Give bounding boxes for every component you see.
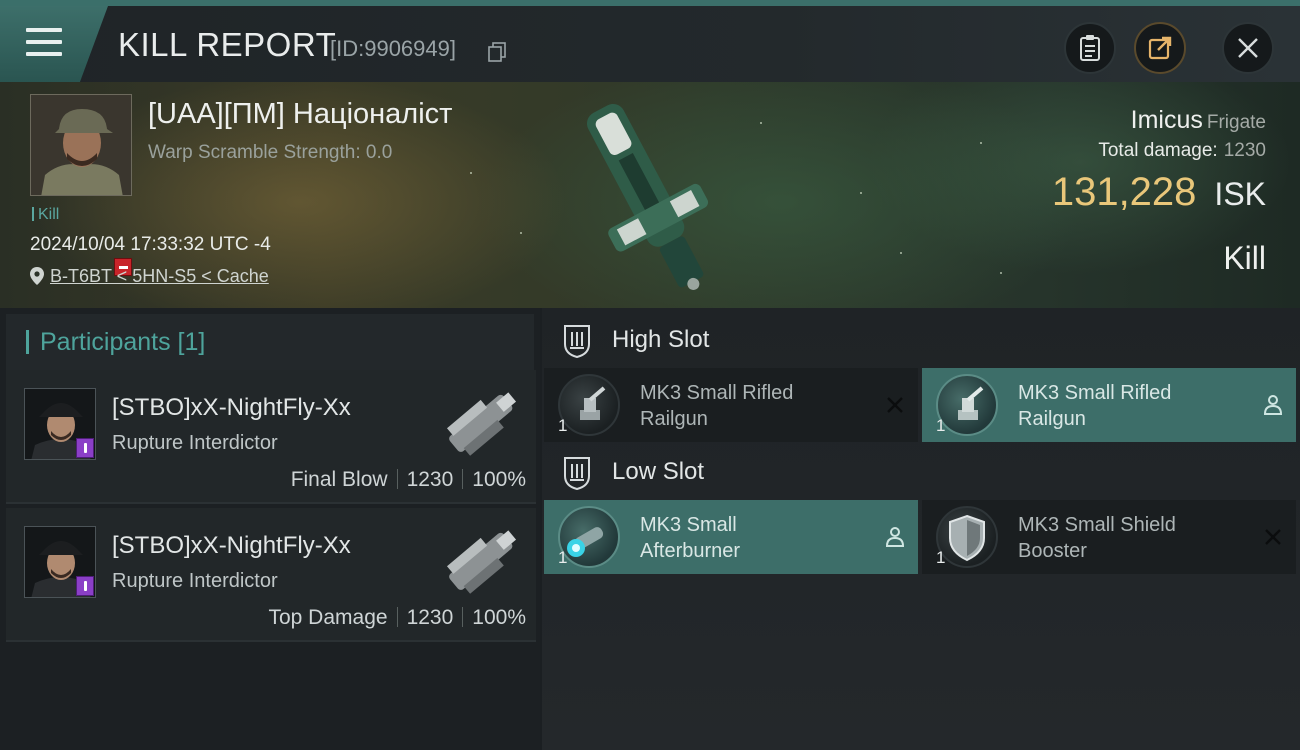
close-icon (1238, 38, 1258, 58)
module-item[interactable]: 1 MK3 Small Rifled Railgun (544, 368, 918, 442)
module-item[interactable]: 1 MK3 Small Rifled Railgun (922, 368, 1296, 442)
module-name: MK3 Small Rifled Railgun (640, 382, 794, 430)
low-slot-header: Low Slot (542, 442, 1300, 502)
victim-avatar[interactable] (30, 94, 132, 196)
menu-button[interactable] (0, 6, 108, 82)
module-name: MK3 Small Rifled Railgun (1018, 382, 1172, 430)
destroyed-x-icon (1265, 529, 1281, 545)
participant-row[interactable]: [STBO]xX-NightFly-Xx Rupture Interdictor… (6, 370, 536, 504)
hamburger-icon (26, 28, 62, 56)
isk-value: 131,228 (1051, 170, 1197, 214)
participants-header: Participants [1] (6, 314, 534, 370)
person-icon (885, 527, 905, 547)
participant-ship-image (446, 392, 517, 456)
total-damage-value: 1230 (1223, 140, 1266, 161)
participant-badge (76, 576, 94, 596)
participant-damage: 1230 (406, 468, 454, 491)
participants-panel: Participants [1] [STBO]xX-NightFly-Xx Ru… (0, 308, 540, 750)
module-name: MK3 Small Afterburner (640, 514, 741, 562)
participant-percent: 100% (472, 606, 526, 629)
victim-ship-image[interactable] (565, 86, 735, 304)
victim-name[interactable]: [UAA][ПМ] Націоналіст (148, 98, 452, 131)
high-slot-label: High Slot (612, 326, 710, 353)
participant-stats: Top Damage 1230 100% (268, 606, 526, 630)
participant-name[interactable]: [STBO]xX-NightFly-Xx (112, 394, 351, 422)
isk-unit: ISK (1214, 176, 1266, 212)
module-item[interactable]: 1 MK3 Small Afterburner (544, 500, 918, 574)
low-slot-label: Low Slot (612, 458, 705, 485)
location-link[interactable]: B-T6BT < 5HN-S5 < Cache (50, 266, 269, 286)
participant-ship: Rupture Interdictor (112, 432, 278, 454)
total-damage: Total damage: 1230 (1098, 140, 1266, 162)
participant-ship: Rupture Interdictor (112, 570, 278, 592)
isk-row: 131,228 ISK (1052, 170, 1266, 215)
close-button[interactable] (1222, 22, 1274, 74)
low-slot-icon (564, 457, 590, 490)
ship-class: Frigate (1206, 112, 1266, 133)
victim-banner: [UAA][ПМ] Націоналіст Warp Scramble Stre… (0, 82, 1300, 308)
high-slot-header: High Slot (542, 310, 1300, 370)
destroyed-x-icon (887, 397, 903, 413)
clipboard-button[interactable] (1064, 22, 1116, 74)
header-bar: KILL REPORT [ID:9906949] (0, 0, 1300, 82)
share-icon (1148, 36, 1172, 60)
module-name: MK3 Small Shield Booster (1018, 514, 1176, 562)
high-slot-icon (564, 325, 590, 358)
participant-name[interactable]: [STBO]xX-NightFly-Xx (112, 532, 351, 560)
kill-result: Kill (1223, 240, 1266, 276)
module-quantity: 1 (558, 548, 568, 567)
module-item[interactable]: 1 MK3 Small Shield Booster (922, 500, 1296, 574)
participant-row[interactable]: [STBO]xX-NightFly-Xx Rupture Interdictor… (6, 508, 536, 642)
participant-badge (76, 438, 94, 458)
person-icon (1263, 395, 1283, 415)
total-damage-label: Total damage: (1098, 140, 1218, 161)
participant-damage: 1230 (406, 606, 454, 629)
module-quantity: 1 (936, 416, 946, 435)
participant-ship-image (446, 530, 517, 594)
fitting-panel: High Slot 1 MK3 Small Rifled Railgun 1 M… (542, 308, 1300, 750)
report-id: [ID:9906949] (330, 36, 456, 61)
participant-role: Final Blow (290, 468, 388, 491)
module-quantity: 1 (558, 416, 568, 435)
participant-stats: Final Blow 1230 100% (291, 468, 526, 492)
ship-name[interactable]: Imicus (1131, 106, 1203, 134)
share-button[interactable] (1134, 22, 1186, 74)
warp-scramble-strength: Warp Scramble Strength: 0.0 (148, 142, 393, 163)
module-quantity: 1 (936, 548, 946, 567)
participant-percent: 100% (472, 468, 526, 491)
kill-tag: Kill (32, 206, 59, 224)
participants-label: Participants [1] (40, 328, 206, 356)
participant-role: Top Damage (268, 606, 388, 629)
clipboard-icon (1080, 35, 1100, 61)
kill-datetime: 2024/10/04 17:33:32 UTC -4 (30, 234, 271, 255)
location-pin-icon (30, 267, 44, 285)
page-title: KILL REPORT (118, 26, 337, 63)
kill-location[interactable]: B-T6BT < 5HN-S5 < Cache (30, 266, 269, 287)
copy-icon[interactable] (488, 42, 506, 62)
